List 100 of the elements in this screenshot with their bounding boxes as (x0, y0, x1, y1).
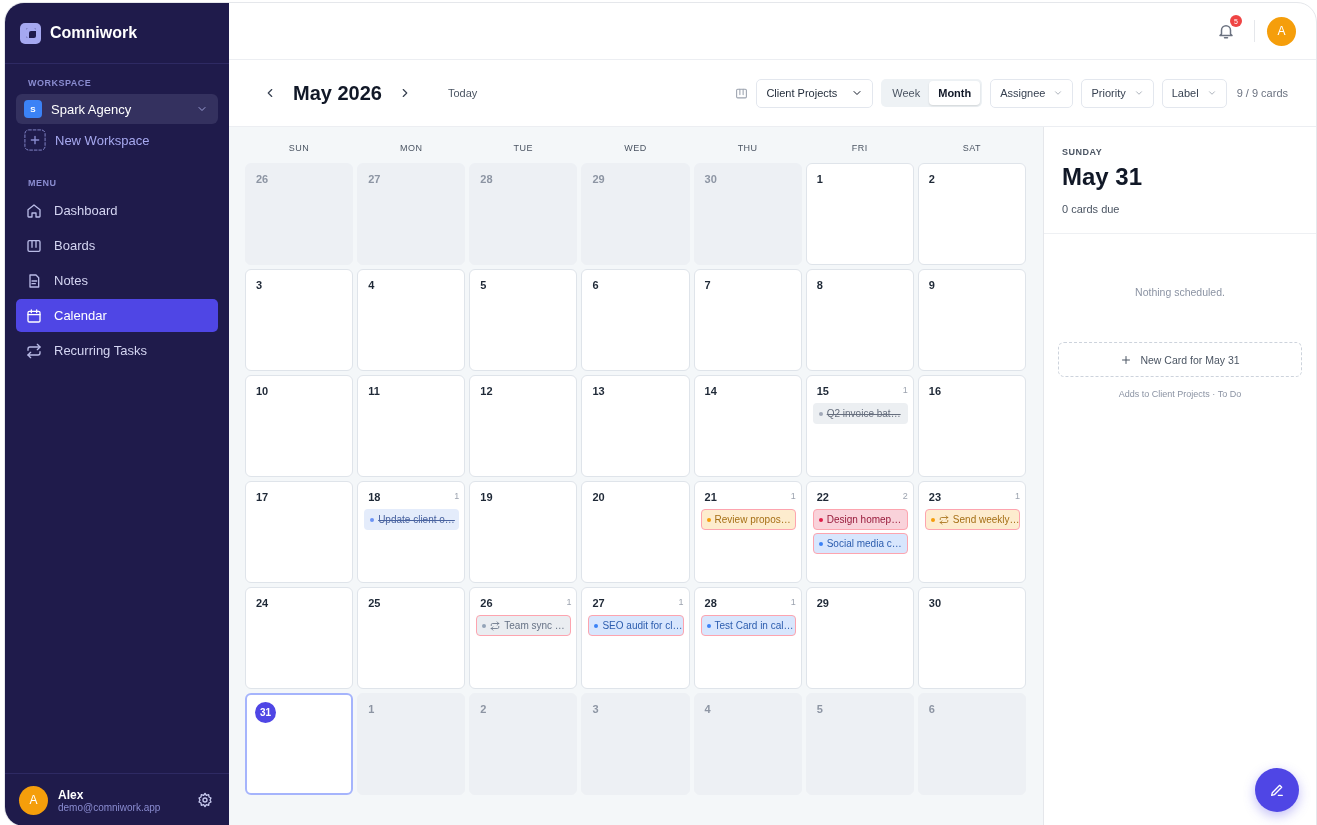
card-count: 1 (1015, 491, 1020, 501)
new-card-button[interactable]: New Card for May 31 (1058, 342, 1302, 377)
day-cell[interactable]: 12 (469, 375, 578, 477)
day-number: 25 (368, 597, 381, 609)
bell-icon (1217, 22, 1235, 40)
app-name: Comniwork (50, 24, 138, 42)
calendar-card[interactable]: Design homep… (812, 509, 908, 530)
day-cell[interactable]: 10 (245, 375, 354, 477)
board-icon (26, 237, 42, 254)
calendar-card[interactable]: Update client o… (364, 509, 460, 530)
day-cell[interactable]: 16 (917, 375, 1026, 477)
card-count: 2 (902, 491, 908, 501)
settings-button[interactable] (195, 790, 215, 810)
filter-dropdown[interactable]: Label (1161, 78, 1227, 108)
day-number: 18 (368, 491, 381, 503)
project-dropdown[interactable]: Client Projects (756, 78, 874, 108)
filter-dropdown[interactable]: Assignee (990, 78, 1074, 108)
day-number: 17 (256, 491, 269, 503)
day-number: 5 (480, 279, 487, 291)
calendar-card[interactable]: Send weekly… (924, 509, 1020, 530)
day-number: 28 (480, 173, 493, 185)
day-cell[interactable]: 13 (581, 375, 690, 477)
day-number: 8 (816, 279, 823, 291)
day-number: 28 (704, 597, 717, 609)
chevron-down-icon (1133, 88, 1144, 98)
day-cell[interactable]: 1 (805, 163, 914, 265)
compose-button[interactable] (1255, 768, 1299, 812)
filter-dropdown[interactable]: Priority (1081, 78, 1154, 108)
day-cell[interactable]: 27 1 SEO audit for cl… (581, 587, 690, 689)
chevron-down-icon (1206, 88, 1217, 98)
user-email: demo@comniwork.app (58, 801, 162, 813)
nav-item[interactable]: Notes (16, 264, 218, 297)
day-cell[interactable]: 17 (245, 481, 354, 583)
day-number: 31 (255, 702, 276, 723)
today-button[interactable]: Today (441, 86, 484, 100)
day-cell[interactable]: 4 (357, 269, 466, 371)
day-cell[interactable]: 28 1 Test Card in cal… (693, 587, 802, 689)
day-number: 11 (368, 385, 380, 397)
day-cell[interactable]: 8 (805, 269, 914, 371)
day-number: 30 (704, 173, 717, 185)
view-tab[interactable]: Week (883, 81, 930, 105)
workspace-dropdown[interactable]: S Spark Agency (16, 94, 218, 124)
nav-item[interactable]: Dashboard (16, 194, 218, 227)
repeat-icon (26, 342, 42, 359)
day-number: 1 (816, 173, 823, 185)
due-count: 0 cards due (1062, 203, 1121, 215)
day-cell[interactable]: 23 1 Send weekly… (917, 481, 1026, 583)
selected-date: May 31 (1062, 163, 1144, 191)
day-cell[interactable]: 24 (245, 587, 354, 689)
day-cell[interactable]: 22 2 Design homep… Social media c… (805, 481, 914, 583)
calendar-card[interactable]: Q2 invoice bat… (812, 403, 908, 424)
card-count: 1 (790, 597, 796, 607)
day-cell[interactable]: 18 1 Update client o… (357, 481, 466, 583)
calendar-card[interactable]: Social media c… (812, 533, 908, 554)
view-tab[interactable]: Month (929, 81, 981, 105)
day-cell[interactable]: 11 (357, 375, 466, 477)
day-cell[interactable]: 21 1 Review propos… (693, 481, 802, 583)
section-label: WORKSPACE (27, 78, 93, 90)
nav-item[interactable]: Boards (16, 229, 218, 262)
day-cell[interactable]: 31 (245, 693, 354, 795)
user-avatar: A (19, 785, 48, 815)
day-number: 3 (256, 279, 263, 291)
day-cell[interactable]: 25 (357, 587, 466, 689)
day-cell[interactable]: 6 (581, 269, 690, 371)
day-cell[interactable]: 5 (469, 269, 578, 371)
day-number: 6 (592, 279, 599, 291)
calendar-card[interactable]: Test Card in cal… (700, 615, 796, 636)
day-cell[interactable]: 2 (917, 163, 1026, 265)
day-cell[interactable]: 7 (693, 269, 802, 371)
weekday-header: SUN (287, 143, 311, 153)
day-cell[interactable]: 3 (245, 269, 354, 371)
day-cell[interactable]: 14 (693, 375, 802, 477)
calendar-card[interactable]: SEO audit for cl… (588, 615, 684, 636)
day-cell[interactable]: 29 (805, 587, 914, 689)
card-count: 9 / 9 cards (1236, 87, 1288, 99)
calendar-card[interactable]: Team sync … (476, 615, 572, 636)
nav-item[interactable]: Calendar (16, 299, 218, 332)
day-number: 24 (256, 597, 269, 609)
day-number: 27 (368, 173, 381, 185)
calendar-card[interactable]: Review propos… (700, 509, 796, 530)
day-cell[interactable]: 20 (581, 481, 690, 583)
new-workspace-link[interactable]: New Workspace (16, 124, 218, 156)
nav-item[interactable]: Recurring Tasks (16, 334, 218, 367)
day-cell[interactable]: 26 1 Team sync … (469, 587, 578, 689)
day-cell[interactable]: 15 1 Q2 invoice bat… (805, 375, 914, 477)
weekday-header: THU (736, 143, 759, 153)
day-number: 15 (816, 385, 829, 397)
weekday-label: SUNDAY (1062, 147, 1104, 157)
day-number: 20 (592, 491, 605, 503)
card-count: 1 (902, 385, 908, 395)
day-number: 5 (816, 703, 823, 715)
calendar-icon (26, 307, 42, 324)
pencil-icon (1269, 782, 1285, 798)
day-number: 29 (816, 597, 829, 609)
day-cell[interactable]: 19 (469, 481, 578, 583)
weekday-header: TUE (512, 143, 535, 153)
day-cell[interactable]: 9 (917, 269, 1026, 371)
day-number: 4 (704, 703, 711, 715)
day-number: 10 (256, 385, 269, 397)
day-cell[interactable]: 30 (917, 587, 1026, 689)
